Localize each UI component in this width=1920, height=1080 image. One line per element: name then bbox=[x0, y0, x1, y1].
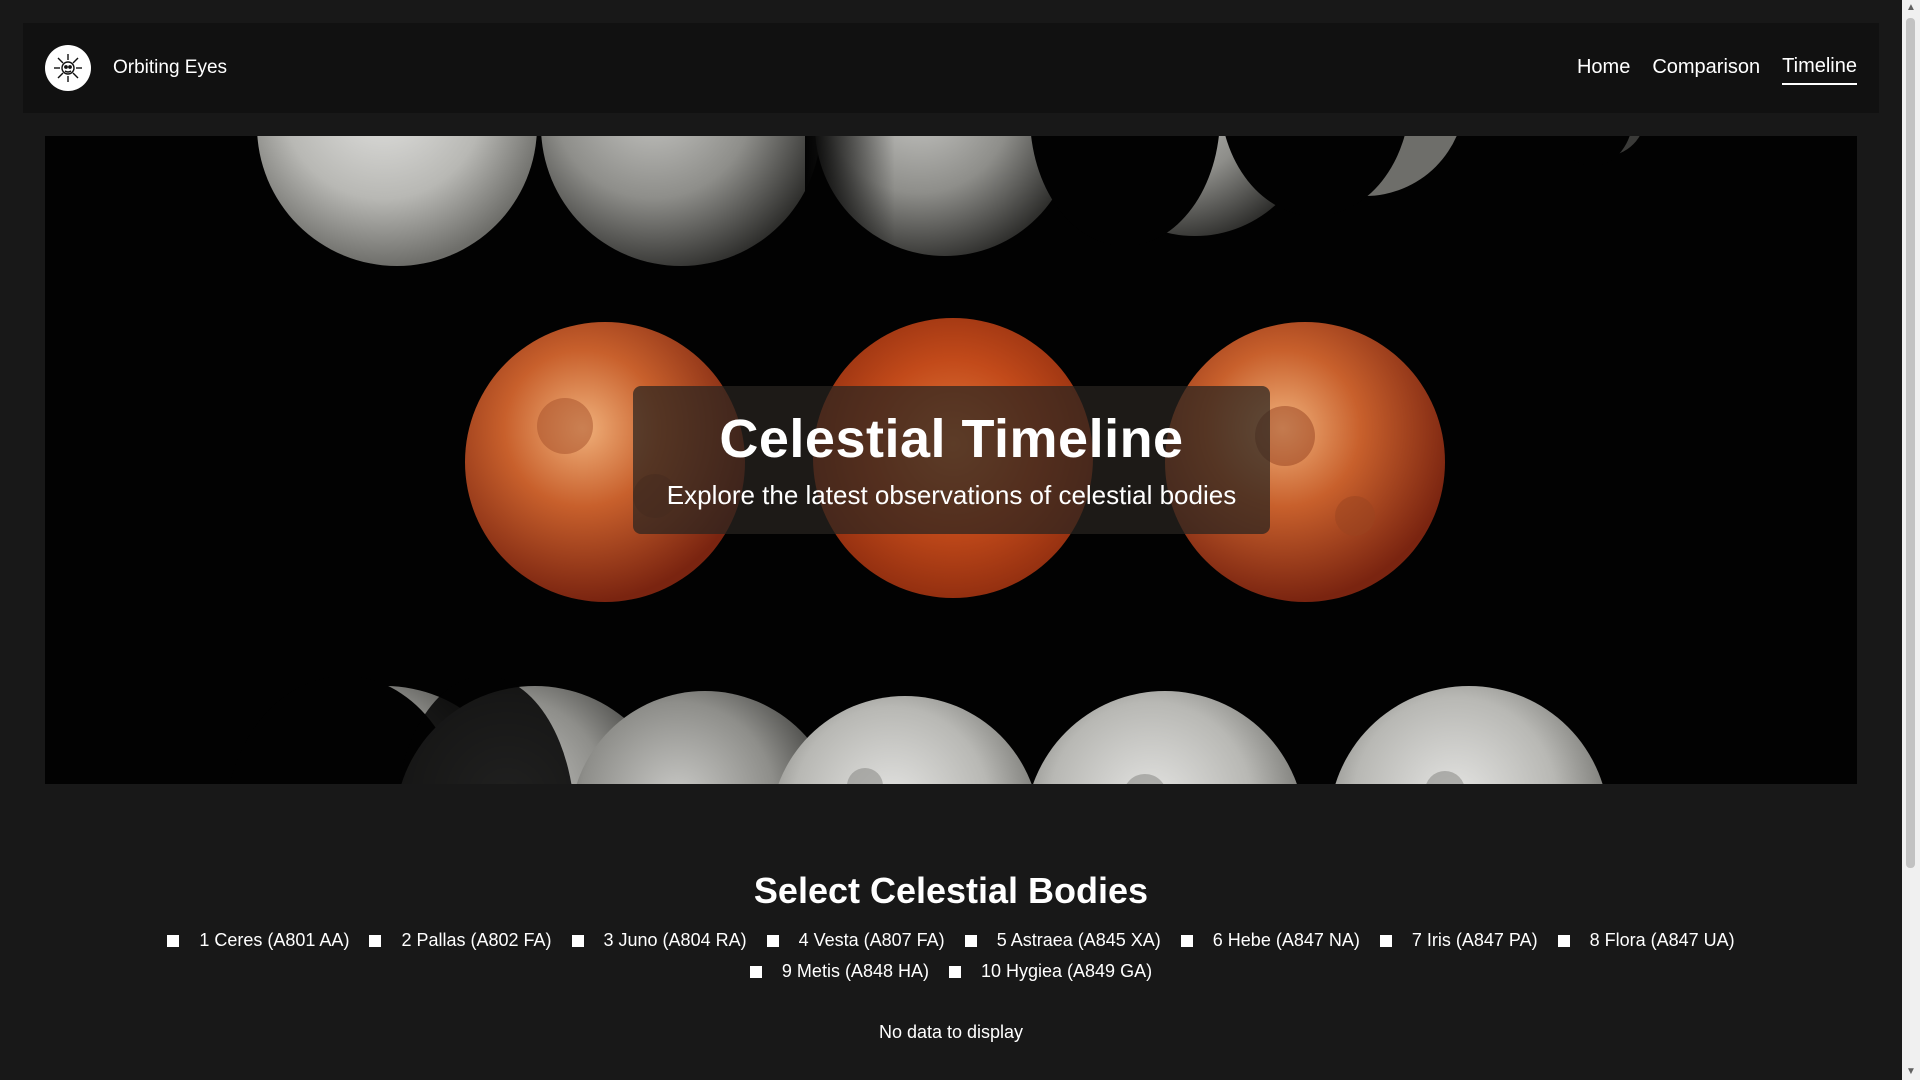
body-option-iris[interactable]: 7 Iris (A847 PA) bbox=[1379, 930, 1538, 951]
select-bodies-section: Select Celestial Bodies 1 Ceres (A801 AA… bbox=[0, 870, 1902, 1043]
body-label: 8 Flora (A847 UA) bbox=[1589, 930, 1735, 950]
body-option-hygiea[interactable]: 10 Hygiea (A849 GA) bbox=[948, 961, 1153, 982]
checkbox[interactable] bbox=[948, 965, 961, 978]
checkbox[interactable] bbox=[964, 934, 977, 947]
checkbox[interactable] bbox=[1379, 934, 1392, 947]
body-option-metis[interactable]: 9 Metis (A848 HA) bbox=[749, 961, 929, 982]
scroll-up-icon[interactable]: ▲ bbox=[1902, 0, 1920, 16]
scroll-down-icon[interactable]: ▼ bbox=[1902, 1064, 1920, 1080]
body-label: 1 Ceres (A801 AA) bbox=[199, 930, 350, 950]
body-checkbox-list: 1 Ceres (A801 AA) 2 Pallas (A802 FA) 3 J… bbox=[71, 930, 1831, 982]
body-label: 6 Hebe (A847 NA) bbox=[1212, 930, 1360, 950]
page: Orbiting Eyes Home Comparison Timeline C… bbox=[0, 0, 1902, 1080]
body-label: 10 Hygiea (A849 GA) bbox=[980, 961, 1153, 981]
body-option-vesta[interactable]: 4 Vesta (A807 FA) bbox=[766, 930, 945, 951]
nav-comparison-link[interactable]: Comparison bbox=[1652, 52, 1760, 84]
nav-home-link[interactable]: Home bbox=[1577, 52, 1630, 84]
hero-subtitle: Explore the latest observations of celes… bbox=[666, 480, 1237, 510]
brand-name[interactable]: Orbiting Eyes bbox=[113, 23, 227, 113]
body-option-juno[interactable]: 3 Juno (A804 RA) bbox=[571, 930, 747, 951]
checkbox[interactable] bbox=[1180, 934, 1193, 947]
empty-state-message: No data to display bbox=[878, 1022, 1024, 1042]
hero-banner: Celestial Timeline Explore the latest ob… bbox=[45, 136, 1857, 784]
body-option-pallas[interactable]: 2 Pallas (A802 FA) bbox=[369, 930, 552, 951]
checkbox[interactable] bbox=[766, 934, 779, 947]
body-label: 5 Astraea (A845 XA) bbox=[996, 930, 1161, 950]
vertical-scrollbar[interactable]: ▲ ▼ bbox=[1902, 0, 1920, 1080]
checkbox[interactable] bbox=[749, 965, 762, 978]
navbar: Orbiting Eyes Home Comparison Timeline bbox=[23, 23, 1879, 113]
body-option-ceres[interactable]: 1 Ceres (A801 AA) bbox=[167, 930, 349, 951]
nav-timeline-link[interactable]: Timeline bbox=[1782, 51, 1857, 85]
main-nav: Home Comparison Timeline bbox=[1577, 23, 1857, 113]
body-option-hebe[interactable]: 6 Hebe (A847 NA) bbox=[1180, 930, 1360, 951]
body-label: 7 Iris (A847 PA) bbox=[1411, 930, 1538, 950]
checkbox[interactable] bbox=[369, 934, 382, 947]
checkbox[interactable] bbox=[571, 934, 584, 947]
body-option-flora[interactable]: 8 Flora (A847 UA) bbox=[1557, 930, 1735, 951]
body-label: 4 Vesta (A807 FA) bbox=[798, 930, 945, 950]
telescope-star-icon[interactable] bbox=[45, 45, 91, 91]
scrollbar-thumb[interactable] bbox=[1906, 18, 1915, 868]
section-heading: Select Celestial Bodies bbox=[753, 870, 1149, 911]
checkbox[interactable] bbox=[167, 934, 180, 947]
body-option-astraea[interactable]: 5 Astraea (A845 XA) bbox=[964, 930, 1161, 951]
body-label: 2 Pallas (A802 FA) bbox=[401, 930, 552, 950]
body-label: 9 Metis (A848 HA) bbox=[781, 961, 929, 981]
body-label: 3 Juno (A804 RA) bbox=[603, 930, 747, 950]
checkbox[interactable] bbox=[1557, 934, 1570, 947]
hero-caption: Celestial Timeline Explore the latest ob… bbox=[633, 386, 1270, 534]
hero-title: Celestial Timeline bbox=[719, 409, 1184, 469]
